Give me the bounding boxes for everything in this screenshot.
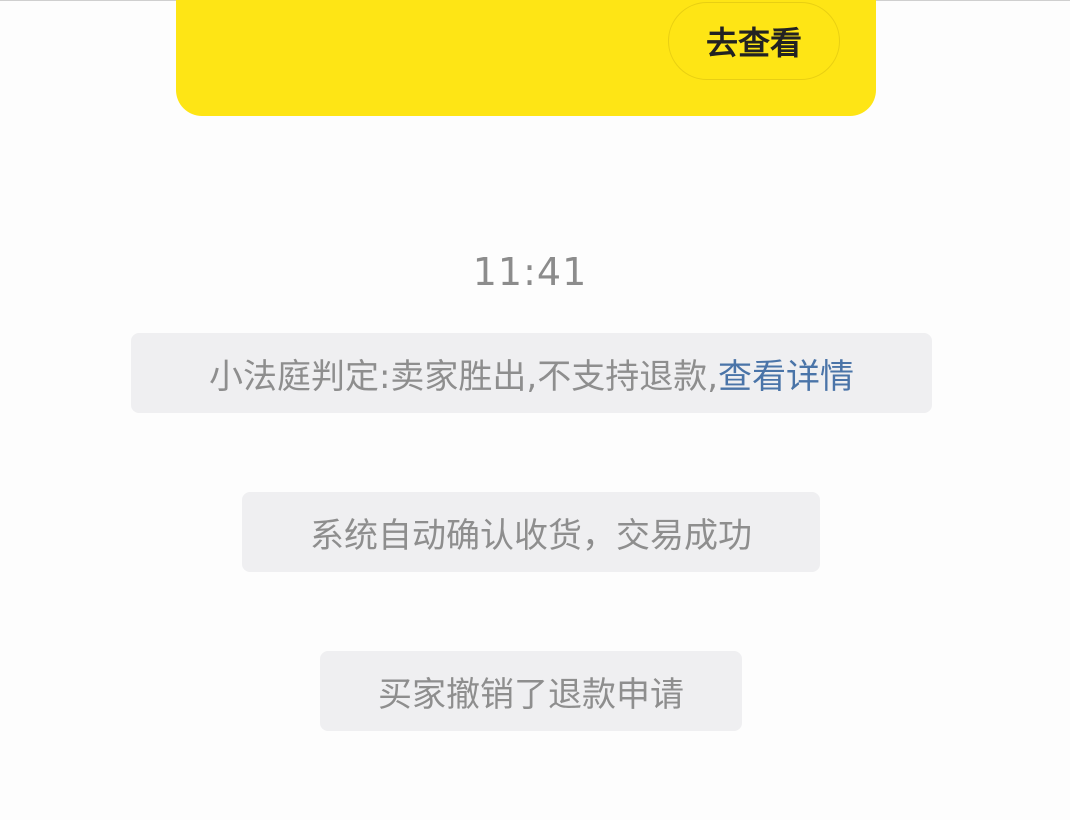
system-message-dispute-result: 小法庭判定:卖家胜出,不支持退款, 查看详情 <box>131 333 932 413</box>
system-message-refund-cancelled: 买家撤销了退款申请 <box>320 651 742 731</box>
view-button[interactable]: 去查看 <box>668 2 840 80</box>
system-message-auto-confirm: 系统自动确认收货，交易成功 <box>242 492 820 572</box>
system-message-text: 系统自动确认收货，交易成功 <box>310 515 752 556</box>
system-message-text: 小法庭判定:卖家胜出,不支持退款, <box>208 356 719 397</box>
message-timestamp: 11:41 <box>472 250 588 294</box>
system-message-text: 买家撤销了退款申请 <box>378 674 684 715</box>
view-details-link[interactable]: 查看详情 <box>718 349 854 398</box>
notification-card: 去查看 <box>176 0 876 116</box>
